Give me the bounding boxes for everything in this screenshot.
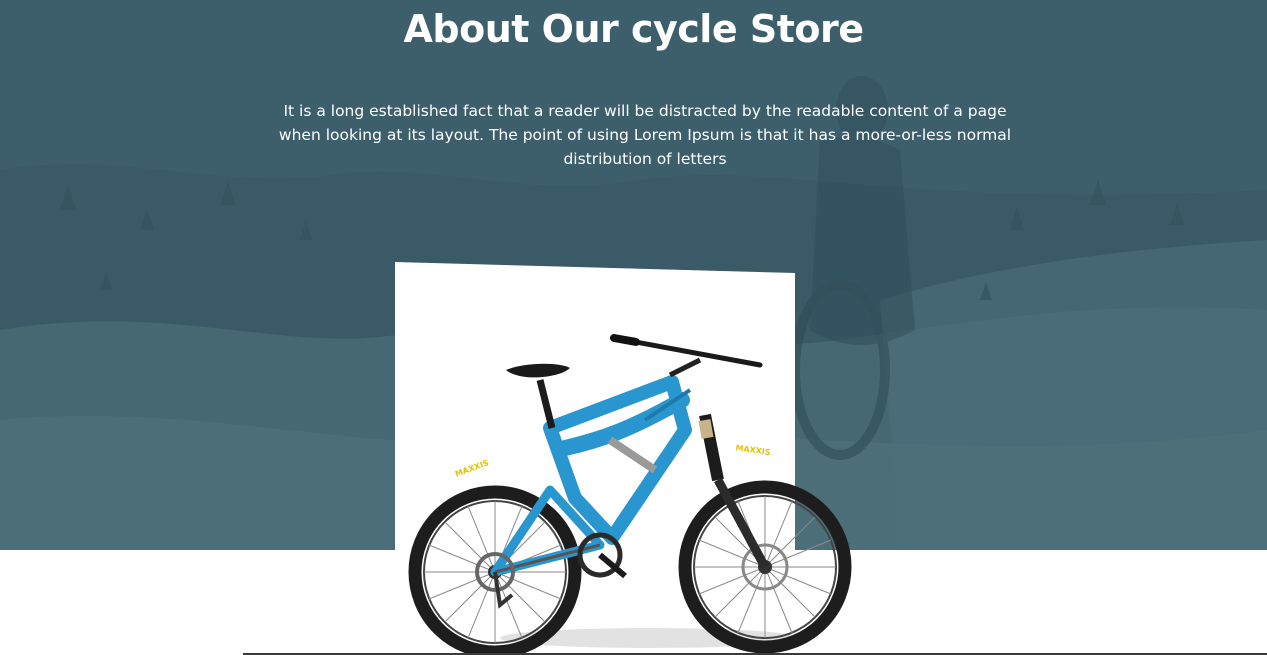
bike-frame: [490, 375, 692, 577]
about-description: It is a long established fact that a rea…: [278, 102, 1012, 168]
page-title: About Our cycle Store: [403, 7, 865, 51]
front-tire-brand-label: MAXXIS: [735, 443, 771, 457]
bicycle-image: MAXXIS MAXXIS: [408, 334, 852, 655]
handlebar: [610, 334, 763, 378]
rear-tire-brand-label: MAXXIS: [454, 458, 490, 479]
